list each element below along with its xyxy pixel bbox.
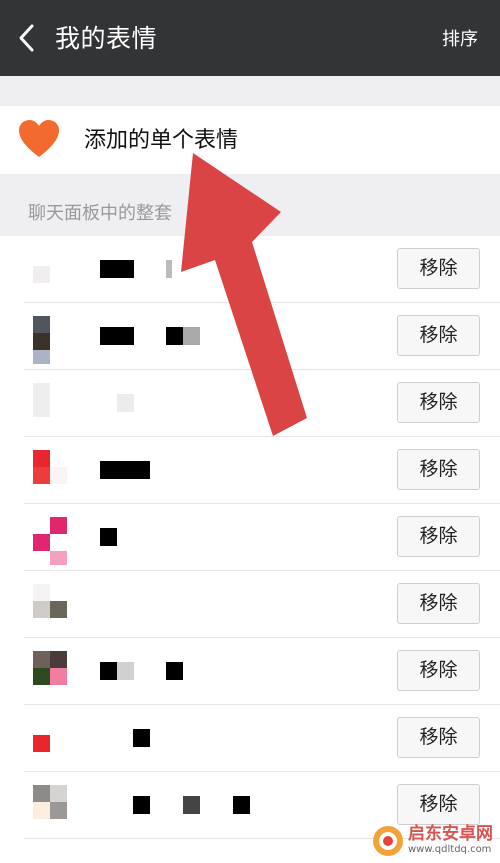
pack-name-redacted [100,394,240,412]
list-item: 移除 [0,236,500,303]
watermark-logo-icon [373,826,403,856]
remove-button[interactable]: 移除 [397,248,480,289]
page-title: 我的表情 [55,24,158,53]
watermark-url: www.qdltdq.com [408,844,492,855]
list-item: 移除 [0,571,500,638]
pack-name-redacted [100,327,240,345]
back-button[interactable] [10,18,48,58]
list-item: 移除 [0,504,500,571]
pack-name-redacted [100,662,240,680]
remove-button[interactable]: 移除 [397,516,480,557]
remove-button[interactable]: 移除 [397,315,480,356]
list-item: 移除 [0,303,500,370]
pack-thumbnail [33,517,67,565]
top-bar: 我的表情 排序 [0,0,500,76]
pack-thumbnail [33,450,67,484]
sort-button[interactable]: 排序 [442,29,478,51]
heart-icon [19,120,59,157]
remove-button[interactable]: 移除 [397,717,480,758]
list-item: 移除 [0,437,500,504]
pack-thumbnail [33,651,67,685]
remove-button[interactable]: 移除 [397,382,480,423]
pack-name-redacted [100,260,240,278]
pack-thumbnail [33,785,67,819]
chevron-left-icon [19,24,34,52]
remove-button[interactable]: 移除 [397,784,480,825]
section-title: 聊天面板中的整套 [28,203,172,224]
remove-button[interactable]: 移除 [397,583,480,624]
single-stickers-row[interactable]: 添加的单个表情 [0,106,500,174]
single-stickers-label: 添加的单个表情 [84,128,239,153]
remove-button[interactable]: 移除 [397,449,480,490]
pack-name-redacted [100,729,240,747]
watermark-name: 启东安卓网 [408,824,493,844]
pack-name-redacted [100,461,240,479]
pack-thumbnail [33,383,67,417]
sticker-pack-list: 移除 移除 移除 移除 移除 移除 移除 移除 移除 [0,236,500,863]
watermark: 启东安卓网 www.qdltdq.com [366,822,500,862]
pack-name-redacted [100,796,250,814]
list-item: 移除 [0,370,500,437]
pack-thumbnail [33,718,67,752]
pack-name-redacted [100,528,240,546]
pack-name-redacted [100,595,240,613]
pack-thumbnail [33,316,67,364]
list-item: 移除 [0,705,500,772]
list-item: 移除 [0,638,500,705]
remove-button[interactable]: 移除 [397,650,480,691]
pack-thumbnail [33,249,67,283]
pack-thumbnail [33,584,67,618]
